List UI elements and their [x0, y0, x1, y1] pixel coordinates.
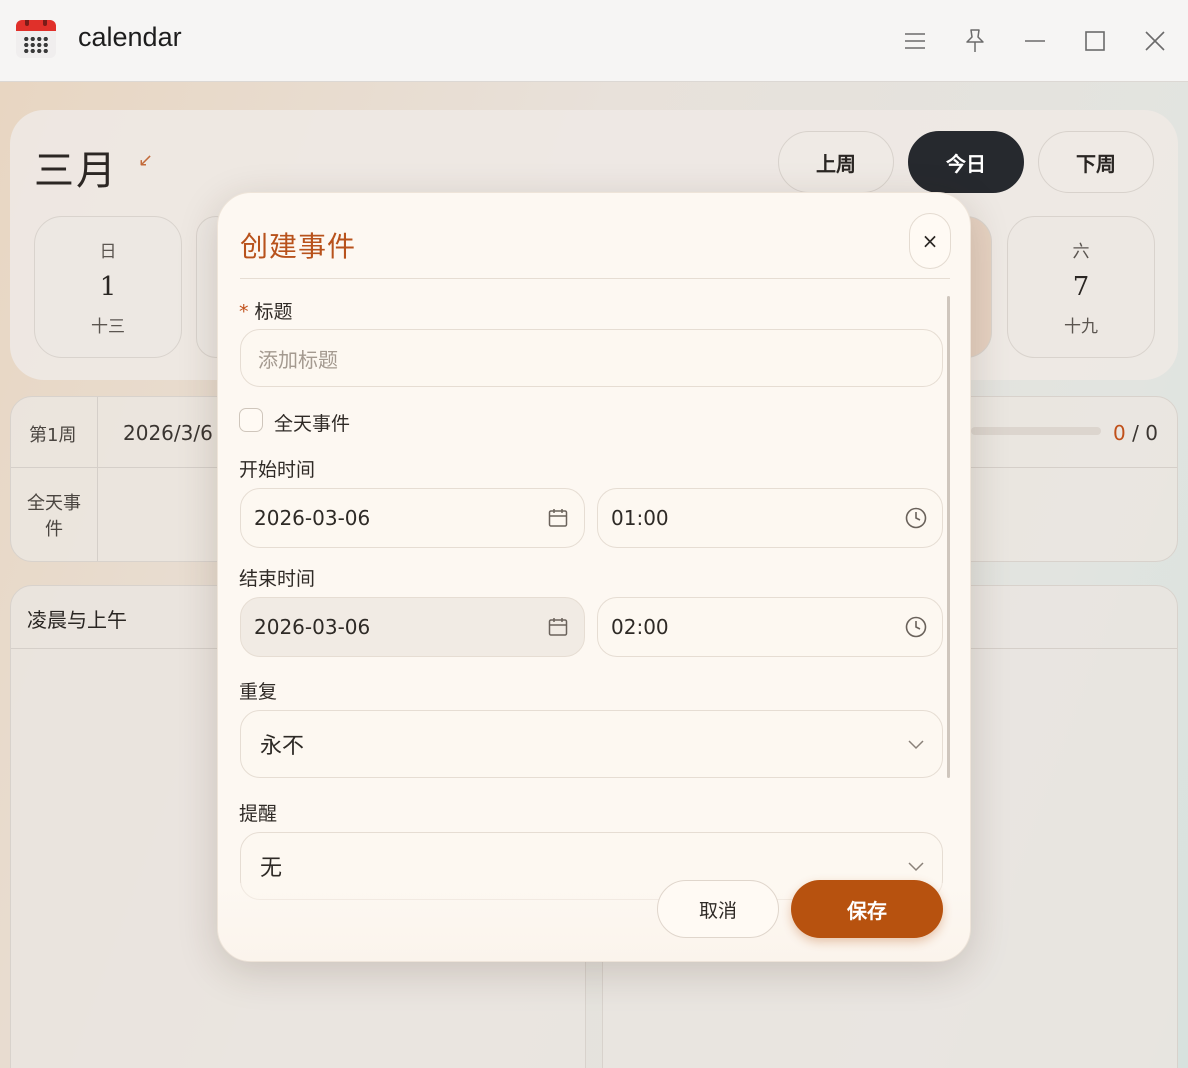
progress-bar: [971, 427, 1101, 435]
title-bar: calendar: [0, 0, 1188, 82]
end-time-input[interactable]: 02:00: [597, 597, 943, 657]
cancel-button[interactable]: 取消: [657, 880, 779, 938]
reminder-label: 提醒: [239, 803, 278, 825]
dialog-scrollbar[interactable]: [947, 296, 950, 778]
day-weekday: 日: [99, 242, 117, 262]
repeat-select[interactable]: 永不: [240, 710, 943, 778]
menu-icon[interactable]: [898, 24, 932, 58]
clock-icon: [904, 506, 928, 530]
close-dialog-button[interactable]: ×: [909, 213, 951, 269]
maximize-icon[interactable]: [1078, 24, 1112, 58]
day-lunar: 十九: [1064, 317, 1098, 337]
pin-icon[interactable]: [958, 24, 992, 58]
start-date-input[interactable]: 2026-03-06: [240, 488, 585, 548]
start-time-input[interactable]: 01:00: [597, 488, 943, 548]
collapse-arrow-icon[interactable]: ↙: [138, 150, 153, 171]
week-number-label: 第1周: [29, 425, 77, 446]
title-input[interactable]: 添加标题: [240, 329, 943, 387]
calendar-icon: [546, 506, 570, 530]
day-number: 1: [99, 272, 117, 302]
end-time-label: 结束时间: [239, 568, 316, 590]
minimize-icon[interactable]: [1018, 24, 1052, 58]
today-button[interactable]: 今日: [908, 131, 1024, 193]
title-placeholder: 添加标题: [258, 347, 338, 372]
chevron-down-icon: [904, 854, 928, 878]
start-time-label: 开始时间: [239, 459, 316, 481]
morning-section-title: 凌晨与上午: [27, 608, 127, 632]
all-day-checkbox[interactable]: [239, 408, 263, 432]
clock-icon: [904, 615, 928, 639]
title-field-label: * 标题: [239, 301, 293, 323]
week-date: 2026/3/6: [123, 421, 213, 445]
chevron-down-icon: [904, 732, 928, 756]
dialog-title: 创建事件: [240, 230, 357, 263]
day-weekday: 六: [1072, 242, 1090, 262]
prev-week-button[interactable]: 上周: [778, 131, 894, 193]
day-lunar: 十三: [91, 317, 125, 337]
close-window-icon[interactable]: [1138, 24, 1172, 58]
calendar-icon: [546, 615, 570, 639]
day-card-saturday[interactable]: 六 7 十九: [1007, 216, 1155, 358]
end-date-input[interactable]: 2026-03-06: [240, 597, 585, 657]
next-week-button[interactable]: 下周: [1038, 131, 1154, 193]
all-day-label: 全天事件: [274, 413, 351, 435]
allday-row-label: 全天事件: [27, 493, 81, 540]
create-event-dialog: 创建事件 × * 标题 添加标题 全天事件 开始时间 2026-03-06 01:…: [217, 192, 971, 962]
calendar-app-icon: [16, 20, 56, 58]
repeat-label: 重复: [239, 681, 278, 703]
day-card-sunday[interactable]: 日 1 十三: [34, 216, 182, 358]
day-number: 7: [1072, 272, 1090, 302]
window-title: calendar: [78, 22, 182, 52]
progress-text: 0 / 0: [1113, 421, 1158, 445]
save-button[interactable]: 保存: [791, 880, 943, 938]
month-title: 三月: [34, 148, 118, 194]
